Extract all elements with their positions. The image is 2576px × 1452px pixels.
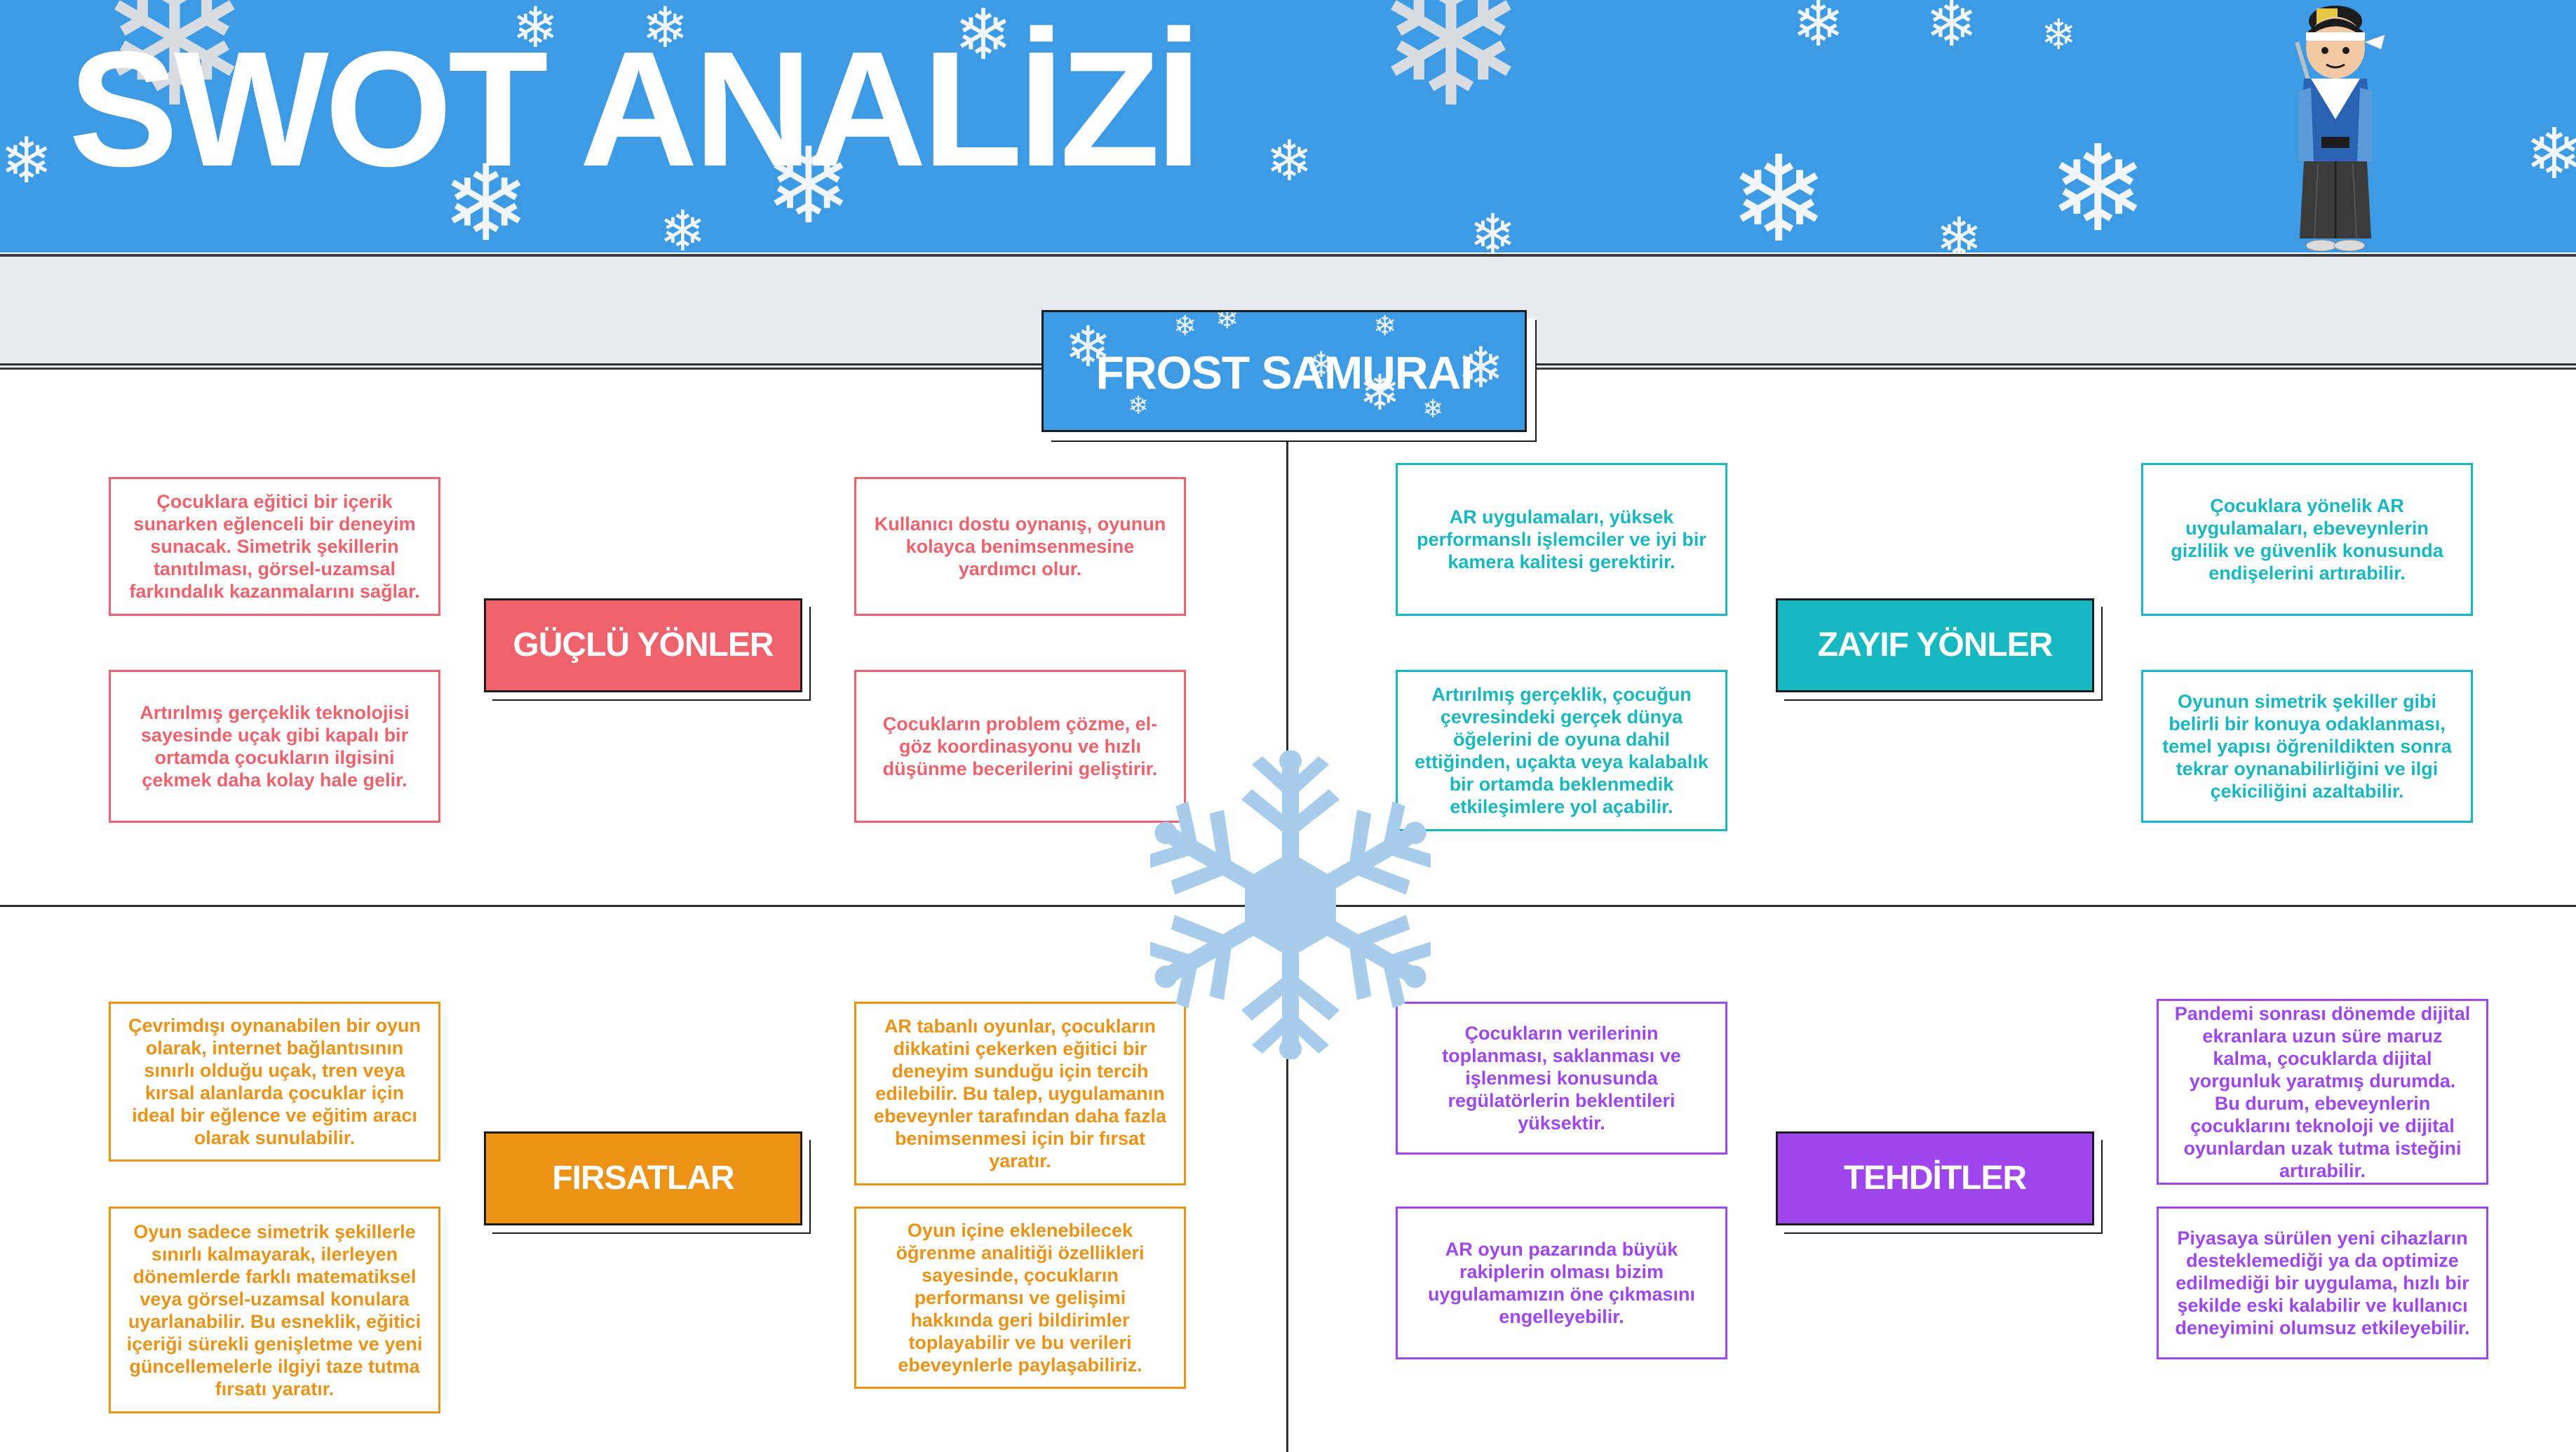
weakness-item-4: Oyunun simetrik şekiller gibi belirli bi… xyxy=(2141,670,2473,823)
snowflake-icon: ❄ xyxy=(1729,133,1829,253)
strength-item-1: Çocuklara eğitici bir içerik sunarken eğ… xyxy=(109,477,440,616)
header-banner: ❄ ❄ ❄ ❄ ❄ ❄ ❄ ❄ ❄ ❄ ❄ ❄ ❄ ❄ ❄ ❄ ❄ ❄ SWOT… xyxy=(0,0,2576,253)
snowflake-icon: ❄ xyxy=(1373,311,1397,342)
strength-item-3: Artırılmış gerçeklik teknolojisi sayesin… xyxy=(109,670,440,823)
weakness-item-3: Artırılmış gerçeklik, çocuğun çevresinde… xyxy=(1396,670,1727,831)
snowflake-icon: ❄ xyxy=(1469,203,1517,253)
snowflake-icon: ❄ xyxy=(2525,115,2576,194)
snowflake-icon: ❄ xyxy=(0,126,53,196)
snowflake-icon: ❄ xyxy=(1266,130,1314,192)
snowflake-icon: ❄ xyxy=(1792,0,1845,60)
snowflake-icon: ❄ xyxy=(2048,123,2148,253)
samurai-illustration xyxy=(2295,6,2385,252)
threat-item-4: Piyasaya sürülen yeni cihazların destekl… xyxy=(2157,1206,2488,1359)
threats-label: TEHDİTLER xyxy=(1776,1131,2094,1225)
threat-item-3: AR oyun pazarında büyük rakiplerin olmas… xyxy=(1396,1206,1727,1359)
threat-item-1: Çocukların verilerinin toplanması, sakla… xyxy=(1396,1002,1727,1155)
opportunity-item-2: AR tabanlı oyunlar, çocukların dikkatini… xyxy=(854,1002,1186,1185)
opportunity-item-1: Çevrimdışı oynanabilen bir oyun olarak, … xyxy=(109,1002,440,1162)
strength-item-4: Çocukların problem çözme, el-göz koordin… xyxy=(854,670,1186,823)
snowflake-icon: ❄ xyxy=(659,200,707,253)
opportunity-item-3: Oyun sadece simetrik şekillerle sınırlı … xyxy=(109,1206,440,1413)
opportunities-label: FIRSATLAR xyxy=(484,1131,802,1225)
snowflake-icon: ❄ xyxy=(1173,311,1197,342)
center-title: FROST SAMURAI xyxy=(1095,347,1474,398)
snowflake-icon: ❄ xyxy=(1422,394,1444,423)
strengths-label: GÜÇLÜ YÖNLER xyxy=(484,598,802,692)
strength-item-2: Kullanıcı dostu oynanış, oyunun kolayca … xyxy=(854,477,1186,616)
snowflake-icon: ❄ xyxy=(1215,310,1239,335)
center-title-box: ❄ ❄ ❄ ❄ ❄ ❄ ❄ ❄ ❄ FROST SAMURAI xyxy=(1041,310,1527,432)
weakness-item-1: AR uygulamaları, yüksek performanslı işl… xyxy=(1396,463,1727,616)
snowflake-icon: ❄ xyxy=(1925,0,1978,60)
snowflake-icon xyxy=(1150,751,1431,1059)
snowflake-icon: ❄ xyxy=(1375,0,1528,144)
weakness-item-2: Çocuklara yönelik AR uygulamaları, ebeve… xyxy=(2141,463,2473,616)
threat-item-2: Pandemi sonrası dönemde dijital ekranlar… xyxy=(2157,999,2488,1185)
opportunity-item-4: Oyun içine eklenebilecek öğrenme analiti… xyxy=(854,1206,1186,1389)
snowflake-icon: ❄ xyxy=(2041,11,2077,58)
snowflake-icon: ❄ xyxy=(1936,207,1983,253)
weaknesses-label: ZAYIF YÖNLER xyxy=(1776,598,2094,692)
page-title: SWOT ANALİZİ xyxy=(69,17,1201,201)
